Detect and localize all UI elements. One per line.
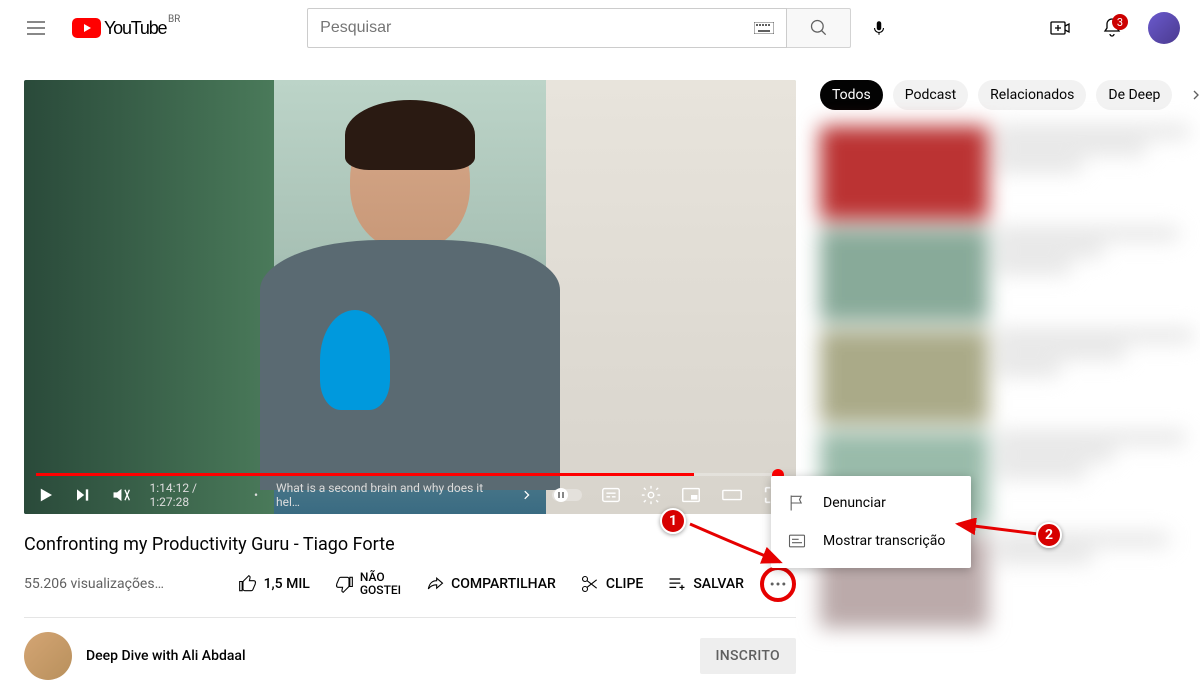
- chapter-title[interactable]: What is a second brain and why does it h…: [276, 481, 501, 509]
- mute-icon[interactable]: [110, 484, 131, 506]
- keyboard-icon[interactable]: [754, 22, 774, 34]
- video-player[interactable]: 1:14:12 / 1:27:28 • What is a second bra…: [24, 80, 796, 514]
- share-button[interactable]: COMPARTILHAR: [417, 568, 564, 600]
- header-left: YouTube BR: [16, 8, 166, 48]
- content: 1:14:12 / 1:27:28 • What is a second bra…: [0, 56, 1200, 680]
- clip-button[interactable]: CLIPE: [572, 568, 652, 600]
- channel-avatar[interactable]: [24, 632, 72, 680]
- more-actions-button[interactable]: [760, 566, 796, 602]
- next-icon[interactable]: [73, 485, 92, 505]
- transcript-icon: [787, 531, 807, 551]
- theater-icon[interactable]: [720, 484, 744, 506]
- share-icon: [425, 574, 445, 594]
- search-input[interactable]: [320, 19, 754, 37]
- youtube-logo-text: YouTube: [104, 18, 166, 39]
- play-icon[interactable]: [36, 485, 55, 505]
- flag-icon: [787, 493, 807, 513]
- microphone-icon: [870, 19, 888, 37]
- annotation-badge-1: 1: [660, 508, 686, 534]
- header: YouTube BR 3: [0, 0, 1200, 56]
- chip-podcast[interactable]: Podcast: [893, 80, 968, 110]
- youtube-play-icon: [72, 18, 101, 38]
- channel-name[interactable]: Deep Dive with Ali Abdaal: [86, 648, 246, 664]
- chip-from-channel[interactable]: De Deep: [1096, 80, 1172, 110]
- thumbs-up-icon: [238, 574, 258, 594]
- video-meta-row: 55.206 visualizações… 1,5 MIL NÃO GOSTEI…: [24, 565, 796, 618]
- chip-related[interactable]: Relacionados: [978, 80, 1086, 110]
- header-right: 3: [1040, 8, 1184, 48]
- create-icon: [1048, 16, 1072, 40]
- hamburger-menu-button[interactable]: [16, 8, 56, 48]
- settings-icon[interactable]: [640, 484, 662, 506]
- miniplayer-icon[interactable]: [680, 484, 702, 506]
- notification-count: 3: [1112, 14, 1128, 30]
- secondary-column: Todos Podcast Relacionados De Deep: [820, 80, 1200, 680]
- notifications-button[interactable]: 3: [1092, 8, 1132, 48]
- locale-badge: BR: [168, 14, 180, 25]
- more-actions-menu: Denunciar Mostrar transcrição: [771, 476, 971, 568]
- player-controls: 1:14:12 / 1:27:28 • What is a second bra…: [24, 476, 796, 514]
- channel-row: Deep Dive with Ali Abdaal INSCRITO: [24, 632, 796, 680]
- youtube-logo[interactable]: YouTube BR: [72, 18, 166, 39]
- dislike-button[interactable]: NÃO GOSTEI: [326, 565, 409, 603]
- more-horizontal-icon: [768, 574, 788, 594]
- account-button[interactable]: [1144, 8, 1184, 48]
- chevron-right-icon[interactable]: [519, 487, 534, 503]
- filter-chips: Todos Podcast Relacionados De Deep: [820, 80, 1200, 110]
- header-center: [307, 8, 899, 48]
- search-box[interactable]: [307, 8, 787, 48]
- chips-scroll-right[interactable]: [1182, 81, 1200, 109]
- menu-item-report[interactable]: Denunciar: [771, 484, 971, 522]
- list-item[interactable]: [820, 126, 1200, 220]
- thumbs-down-icon: [334, 574, 354, 594]
- search-button[interactable]: [787, 8, 851, 48]
- autoplay-toggle-icon[interactable]: [552, 487, 582, 503]
- create-button[interactable]: [1040, 8, 1080, 48]
- view-count: 55.206 visualizações…: [24, 576, 164, 592]
- video-title: Confronting my Productivity Guru - Tiago…: [24, 534, 796, 555]
- player-time: 1:14:12 / 1:27:28: [150, 481, 236, 509]
- primary-column: 1:14:12 / 1:27:28 • What is a second bra…: [24, 80, 796, 680]
- action-row: 1,5 MIL NÃO GOSTEI COMPARTILHAR CLIPE: [230, 565, 796, 603]
- subscribe-button[interactable]: INSCRITO: [700, 638, 796, 674]
- chip-all[interactable]: Todos: [820, 80, 883, 110]
- annotation-badge-2: 2: [1036, 522, 1062, 548]
- like-count: 1,5 MIL: [264, 576, 310, 592]
- captions-icon[interactable]: [600, 484, 622, 506]
- list-item[interactable]: [820, 228, 1200, 322]
- scissors-icon: [580, 574, 600, 594]
- menu-item-transcript[interactable]: Mostrar transcrição: [771, 522, 971, 560]
- save-button[interactable]: SALVAR: [659, 568, 752, 600]
- list-item[interactable]: [820, 330, 1200, 424]
- like-button[interactable]: 1,5 MIL: [230, 568, 318, 600]
- video-frame: [24, 80, 796, 514]
- search-icon: [809, 18, 829, 38]
- avatar: [1148, 12, 1180, 44]
- chevron-right-icon: [1188, 87, 1200, 103]
- hamburger-icon: [24, 16, 48, 40]
- playlist-add-icon: [667, 574, 687, 594]
- voice-search-button[interactable]: [859, 8, 899, 48]
